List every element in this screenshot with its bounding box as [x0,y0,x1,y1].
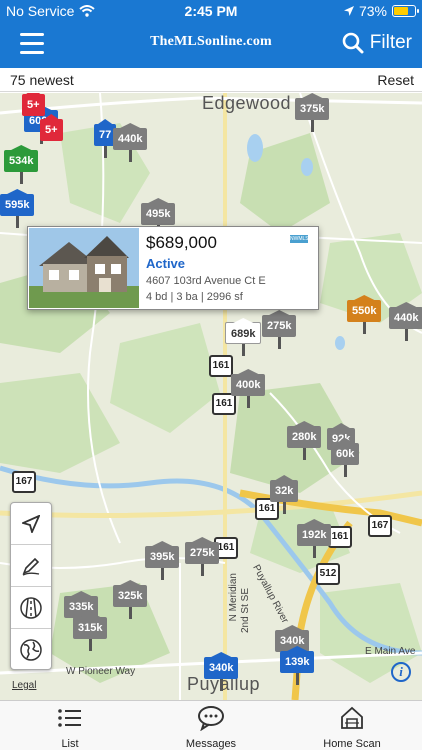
listing-marker[interactable]: 315k [73,617,108,651]
tab-messages-label: Messages [185,738,237,750]
search-icon [342,32,364,54]
route-shield: 512 [316,563,340,585]
map-tools [10,502,52,670]
list-icon [58,709,81,727]
filter-button[interactable]: Filter [342,32,412,54]
listing-marker[interactable]: 275k [262,315,297,349]
listing-marker[interactable]: 595k [0,194,35,228]
listing-marker[interactable]: 440k [389,307,422,341]
route-shield: 161 [328,526,352,548]
listing-marker[interactable]: 325k [113,585,148,619]
info-icon[interactable]: i [391,662,411,682]
listing-marker[interactable]: 280k [287,426,322,460]
draw-button[interactable] [11,545,51,587]
tab-messages[interactable]: Messages [151,705,271,750]
draw-icon [22,557,40,576]
listing-details: 4 bd | 3 ba | 2996 sf [146,291,243,303]
street-w-pioneer: W Pioneer Way [66,666,136,677]
home-scan-icon [341,706,363,729]
listing-marker[interactable]: 139k [280,651,315,685]
tab-home-scan[interactable]: Home Scan [292,705,412,750]
route-shield: 161 [209,355,233,377]
legal-link[interactable]: Legal [12,680,36,691]
listing-photo [29,228,139,308]
locate-icon [22,514,40,533]
chat-bubble-icon [198,706,224,731]
tab-bar: List Messages Home Scan [0,700,422,750]
tab-list[interactable]: List [10,705,130,750]
listing-marker[interactable]: 400k [231,374,266,408]
listing-marker[interactable]: 32k [270,480,299,514]
listing-marker[interactable]: 5+ [40,119,63,153]
status-bar: No Service 2:45 PM 73% [0,0,422,22]
listing-marker[interactable]: 375k [295,98,330,132]
map-view[interactable]: Edgewood Puyallup W Pioneer Way N Meridi… [0,93,422,700]
battery-percent: 73% [358,3,387,19]
tab-list-label: List [61,738,79,750]
listing-marker[interactable]: 275k [185,542,220,576]
street-n-meridian: N Meridian [228,573,239,622]
road-icon [20,596,42,619]
listing-marker[interactable]: 550k [347,300,382,334]
route-shield: 167 [12,471,36,493]
listing-marker-selected[interactable]: 689k [225,322,262,356]
place-edgewood: Edgewood [202,93,292,113]
listing-address: 4607 103rd Avenue Ct E [146,275,266,287]
listing-marker[interactable]: 340k [204,657,239,691]
globe-button[interactable] [11,629,51,671]
mls-logo: NWMLS [290,235,309,243]
listing-marker[interactable]: 60k [331,443,360,477]
result-count: 75 newest [10,72,74,88]
street-e-main: E Main Ave [365,646,416,657]
route-shield: 167 [368,515,392,537]
nav-bar: TheMLSonline.com Filter [0,22,422,68]
listing-marker[interactable]: 192k [297,524,332,558]
battery-icon [392,5,419,17]
listing-marker[interactable]: 395k [145,546,180,580]
locate-button[interactable] [11,503,51,545]
listing-popup[interactable]: $689,000 Active 4607 103rd Avenue Ct E 4… [27,226,319,310]
listing-price: $689,000 [146,233,217,252]
tab-home-scan-label: Home Scan [323,738,381,750]
globe-icon [20,639,42,661]
listing-marker[interactable]: 440k [113,128,148,162]
road-button[interactable] [11,587,51,629]
filter-label: Filter [369,32,412,53]
results-bar: 75 newest Reset [0,68,422,92]
street-2nd-st: 2nd St SE [240,588,251,634]
location-arrow-icon [343,6,354,16]
listing-marker[interactable]: 534k [4,150,39,184]
reset-button[interactable]: Reset [377,72,414,88]
listing-status: Active [146,256,186,271]
